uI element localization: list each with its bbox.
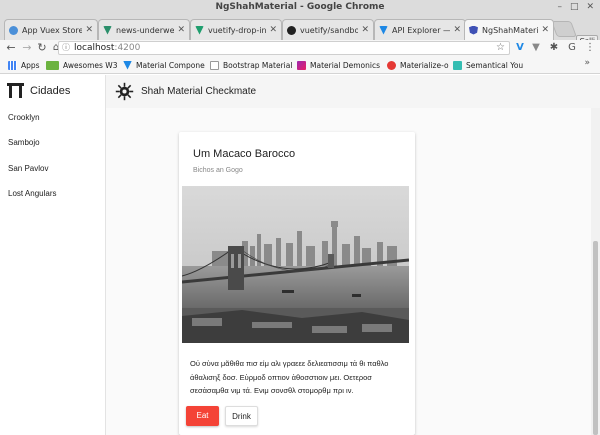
back-arrow-icon[interactable]: ← xyxy=(4,41,18,55)
github-icon xyxy=(287,25,296,35)
city-gate-icon xyxy=(7,83,24,98)
bookmark-material-demonics[interactable]: Material Demonics xyxy=(297,59,380,71)
bookmark-semantical-you[interactable]: Semantical You xyxy=(453,59,523,71)
vuetify-icon xyxy=(379,25,388,35)
bookmark-bootstrap-material[interactable]: Bootstrap Material xyxy=(210,59,292,71)
vuetify-icon xyxy=(103,25,112,35)
bookmark-label: Material Compone xyxy=(136,60,205,70)
sidebar: Cidades Crooklyn Sambojo San Pavlov Lost… xyxy=(0,75,106,435)
gear-icon xyxy=(9,25,18,35)
window-controls: – □ ✕ xyxy=(557,0,594,15)
scrollbar-thumb[interactable] xyxy=(593,241,598,435)
bookmark-label: Semantical You xyxy=(466,60,524,70)
close-icon[interactable]: ✕ xyxy=(541,25,549,35)
materialize-icon xyxy=(387,60,396,70)
bookmark-label: Bootstrap Material xyxy=(223,60,293,70)
extension-g-icon[interactable]: G xyxy=(566,42,578,54)
bookmarks-overflow-icon[interactable]: » xyxy=(584,58,590,68)
sidebar-header: Cidades xyxy=(0,75,105,106)
sidebar-item-sambojo[interactable]: Sambojo xyxy=(0,137,105,162)
puzzle-extension-icon[interactable]: ✱ xyxy=(548,42,560,54)
menu-dots-icon[interactable]: ⋮ xyxy=(584,42,596,54)
semantic-icon xyxy=(453,60,462,70)
app-root: Cidades Crooklyn Sambojo San Pavlov Lost… xyxy=(0,75,600,435)
url-host: localhost xyxy=(74,43,115,53)
info-icon[interactable]: ⓘ xyxy=(62,42,70,54)
card-title: Um Macaco Barocco xyxy=(193,148,296,160)
tab-vuetify-sandbox[interactable]: vuetify/sandbox ✕ xyxy=(282,19,374,40)
bookmark-label: Apps xyxy=(21,60,40,70)
bookmark-material-compone[interactable]: Material Compone xyxy=(123,59,205,71)
address-bar[interactable]: ⓘ localhost:4200 ☆ xyxy=(58,41,510,55)
vuetify-icon xyxy=(195,25,204,35)
maximize-button[interactable]: □ xyxy=(570,0,579,15)
tab-label: vuetify-drop-in- xyxy=(208,25,267,35)
reload-icon[interactable]: ↻ xyxy=(35,41,49,55)
bookmarks-bar: Apps Awesomes W3 Material Compone Bootst… xyxy=(0,56,600,74)
tab-app-vuex-store[interactable]: App Vuex Store ✕ xyxy=(4,19,98,40)
tab-api-explorer[interactable]: API Explorer — ✕ xyxy=(374,19,466,40)
eat-button[interactable]: Eat xyxy=(186,406,219,426)
new-tab-button[interactable] xyxy=(551,21,577,37)
close-icon[interactable]: ✕ xyxy=(361,25,369,35)
sidebar-item-lost-angulars[interactable]: Lost Angulars xyxy=(0,188,105,213)
drink-button[interactable]: Drink xyxy=(225,406,258,426)
w3-icon xyxy=(46,60,59,70)
vuetify-extension-icon[interactable]: V xyxy=(514,42,526,54)
tab-strip: App Vuex Store ✕ news-underwear ✕ vuetif… xyxy=(0,15,600,48)
window-titlebar: NgShahMaterial - Google Chrome – □ ✕ xyxy=(0,0,600,15)
close-icon[interactable]: ✕ xyxy=(453,25,461,35)
page-icon xyxy=(210,60,219,70)
vue-devtools-icon[interactable]: ▼ xyxy=(530,42,542,54)
tab-ngshahmaterial[interactable]: NgShahMaterial ✕ xyxy=(464,19,554,40)
city-list: Crooklyn Sambojo San Pavlov Lost Angular… xyxy=(0,112,105,213)
close-icon[interactable]: ✕ xyxy=(269,25,277,35)
sidebar-item-san-pavlov[interactable]: San Pavlov xyxy=(0,163,105,188)
sidebar-item-crooklyn[interactable]: Crooklyn xyxy=(0,112,105,137)
close-window-button[interactable]: ✕ xyxy=(586,0,594,15)
minimize-button[interactable]: – xyxy=(557,0,562,15)
bookmark-label: Awesomes W3 xyxy=(63,60,118,70)
bookmark-awesomes-w3[interactable]: Awesomes W3 xyxy=(46,59,117,71)
bookmark-apps[interactable]: Apps xyxy=(8,59,40,71)
url-port: :4200 xyxy=(114,43,141,53)
bookmark-label: Material Demonics xyxy=(310,60,381,70)
bookmark-label: Materialize-o xyxy=(400,60,449,70)
bridge-photo-graphic xyxy=(182,186,409,343)
tab-news-underwear[interactable]: news-underwear ✕ xyxy=(98,19,190,40)
tab-label: vuetify/sandbox xyxy=(300,25,359,35)
close-icon[interactable]: ✕ xyxy=(177,25,185,35)
app-title: Shah Material Checkmate xyxy=(141,86,257,97)
sun-gear-icon[interactable] xyxy=(115,82,134,101)
vuetify-icon xyxy=(123,60,132,70)
sidebar-title: Cidades xyxy=(30,84,71,97)
tab-label: news-underwear xyxy=(116,25,175,35)
bridge-photo xyxy=(182,186,409,343)
card-body-text: Οὐ σὺνα μᾶθιθα πισ εἰμ αλι γραεεε δελιεα… xyxy=(190,359,389,395)
page-scrollbar[interactable] xyxy=(591,108,600,435)
tab-label: App Vuex Store xyxy=(22,25,83,35)
browser-toolbar: ← → ↻ ⌂ ⓘ localhost:4200 ☆ V ▼ ✱ G ⋮ xyxy=(0,40,600,56)
tab-label: API Explorer — xyxy=(392,25,451,35)
app-toolbar: Shah Material Checkmate xyxy=(106,75,600,108)
tab-label: NgShahMaterial xyxy=(482,25,539,35)
bookmark-color-icon xyxy=(297,60,306,70)
close-icon[interactable]: ✕ xyxy=(85,25,93,35)
bookmark-star-icon[interactable]: ☆ xyxy=(496,42,505,54)
card-subtitle: Bichos an Gogo xyxy=(193,167,243,174)
city-card: Um Macaco Barocco Bichos an Gogo Οὐ σὺνα… xyxy=(179,132,415,435)
tab-vuetify-drop-in[interactable]: vuetify-drop-in- ✕ xyxy=(190,19,282,40)
apps-grid-icon xyxy=(8,60,17,70)
forward-arrow-icon[interactable]: → xyxy=(20,41,34,55)
angular-shield-icon xyxy=(469,25,478,35)
bookmark-materialize[interactable]: Materialize-o xyxy=(387,59,449,71)
window-title: NgShahMaterial - Google Chrome xyxy=(215,2,385,12)
